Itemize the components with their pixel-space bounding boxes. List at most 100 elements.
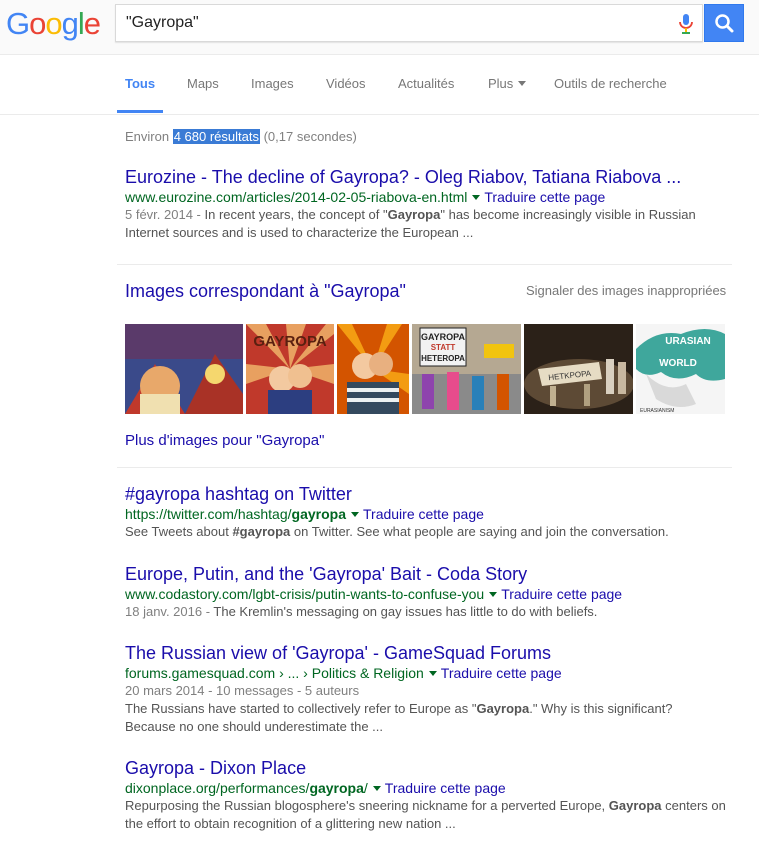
translate-link[interactable]: Traduire cette page <box>385 780 506 796</box>
result-url: www.eurozine.com/articles/2014-02-05-ria… <box>125 188 735 206</box>
result-title-link[interactable]: Europe, Putin, and the 'Gayropa' Bait - … <box>125 563 735 585</box>
more-images-link[interactable]: Plus d'images pour "Gayropa" <box>125 432 324 449</box>
result-snippet: 5 févr. 2014 - In recent years, the conc… <box>125 206 735 242</box>
search-button[interactable] <box>704 4 744 42</box>
google-logo[interactable]: Google <box>6 6 101 42</box>
thumb-caption: HETEROPA <box>421 354 465 363</box>
snippet-text: ." Why is this significant? <box>529 701 673 716</box>
snippet-text: on Twitter. See what people are saying a… <box>290 524 669 539</box>
active-tab-indicator <box>117 110 163 113</box>
stats-prefix: Environ <box>125 129 173 144</box>
caret-down-icon[interactable] <box>372 785 381 791</box>
result-title-link[interactable]: Eurozine - The decline of Gayropa? - Ole… <box>125 166 735 188</box>
thumb-caption: URASIAN <box>665 336 711 347</box>
translate-link[interactable]: Traduire cette page <box>501 586 622 602</box>
result-url-text: forums.gamesquad.com › ... › Politics & … <box>125 665 424 681</box>
result-url-bold: gayropa <box>291 506 346 522</box>
result-title-link[interactable]: Gayropa - Dixon Place <box>125 757 735 779</box>
image-thumbnail[interactable]: URASIAN WORLD EURASIANISM <box>636 324 725 414</box>
logo-letter: g <box>61 6 79 41</box>
snippet-text: The Russians have started to collectivel… <box>125 701 477 716</box>
caret-down-icon[interactable] <box>428 670 437 676</box>
snippet-text: Repurposing the Russian blogosphere's sn… <box>125 798 609 813</box>
result-url-text: www.eurozine.com/articles/2014-02-05-ria… <box>125 189 468 205</box>
search-tabs: Tous Maps Images Vidéos Actualités Plus … <box>0 54 759 115</box>
result-url-text: / <box>363 780 368 796</box>
snippet-text: the effort to obtain recognition of a gl… <box>125 816 456 831</box>
search-result: The Russian view of 'Gayropa' - GameSqua… <box>125 642 735 736</box>
result-url-text: dixonplace.org/performances/ <box>125 780 310 796</box>
snippet-text: See Tweets about <box>125 524 233 539</box>
caret-down-icon[interactable] <box>472 194 481 200</box>
translate-link[interactable]: Traduire cette page <box>484 189 605 205</box>
result-snippet: See Tweets about #gayropa on Twitter. Se… <box>125 523 735 541</box>
snippet-text: Because no one should underestimate the … <box>125 719 384 734</box>
caret-down-icon[interactable] <box>489 591 498 597</box>
tab-all[interactable]: Tous <box>125 76 155 91</box>
image-thumbnail[interactable]: GAYROPA STATT HETEROPA <box>412 324 521 414</box>
magnifier-icon <box>715 14 734 33</box>
snippet-text: In recent years, the concept of " <box>204 207 388 222</box>
top-bar: Google <box>0 0 759 55</box>
logo-letter: o <box>29 6 46 41</box>
result-url: forums.gamesquad.com › ... › Politics & … <box>125 664 735 682</box>
divider <box>117 467 732 468</box>
divider <box>117 264 732 265</box>
result-url: www.codastory.com/lgbt-crisis/putin-want… <box>125 585 735 603</box>
snippet-text: The Kremlin's messaging on gay issues ha… <box>213 604 598 619</box>
snippet-text: centers on <box>661 798 726 813</box>
image-thumbnail[interactable]: HETKPOPA <box>524 324 633 414</box>
tab-more-label: Plus <box>488 76 514 91</box>
thumb-caption: GAYROPA <box>421 332 466 342</box>
search-box[interactable] <box>115 4 703 42</box>
result-url: https://twitter.com/hashtag/gayropa Tradu… <box>125 505 735 523</box>
thumb-caption: GAYROPA <box>253 333 327 350</box>
translate-link[interactable]: Traduire cette page <box>363 506 484 522</box>
result-stats: Environ 4 680 résultats (0,17 secondes) <box>125 129 357 144</box>
snippet-bold: Gayropa <box>476 701 530 716</box>
image-thumbnail[interactable] <box>337 324 409 414</box>
logo-letter: e <box>83 6 101 41</box>
snippet-bold: Gayropa <box>387 207 441 222</box>
result-url: dixonplace.org/performances/gayropa/ Trad… <box>125 779 735 797</box>
result-title-link[interactable]: #gayropa hashtag on Twitter <box>125 483 735 505</box>
tab-more[interactable]: Plus <box>488 76 527 91</box>
search-result: Europe, Putin, and the 'Gayropa' Bait - … <box>125 563 735 621</box>
result-snippet: 18 janv. 2016 - The Kremlin's messaging … <box>125 603 735 621</box>
image-results-heading[interactable]: Images correspondant à "Gayropa" <box>125 281 406 302</box>
tab-maps[interactable]: Maps <box>187 76 219 91</box>
search-result: Gayropa - Dixon Place dixonplace.org/per… <box>125 757 735 833</box>
result-title-link[interactable]: The Russian view of 'Gayropa' - GameSqua… <box>125 642 735 664</box>
microphone-icon[interactable] <box>676 13 696 35</box>
search-input[interactable] <box>126 14 666 32</box>
translate-link[interactable]: Traduire cette page <box>441 665 562 681</box>
logo-letter: G <box>6 6 30 41</box>
image-thumbnail[interactable]: GAYROPA <box>246 324 334 414</box>
image-strip: GAYROPA GAYROPA STATT HETEROPA HETKPOPA … <box>125 324 725 414</box>
caret-down-icon[interactable] <box>351 511 359 517</box>
result-snippet: 20 mars 2014 - 10 messages - 5 auteurs Th… <box>125 682 735 736</box>
result-snippet: Repurposing the Russian blogosphere's sn… <box>125 797 735 833</box>
tab-news[interactable]: Actualités <box>398 76 454 91</box>
tab-images[interactable]: Images <box>251 76 294 91</box>
snippet-bold: #gayropa <box>232 524 291 539</box>
result-meta: 20 mars 2014 - 10 messages - 5 auteurs <box>125 683 360 698</box>
result-date: 18 janv. 2016 - <box>125 604 214 619</box>
result-date: 5 févr. 2014 - <box>125 207 205 222</box>
chevron-down-icon <box>518 81 527 86</box>
thumb-caption: WORLD <box>659 358 697 369</box>
search-result: #gayropa hashtag on Twitter https://twit… <box>125 483 735 541</box>
search-tools[interactable]: Outils de recherche <box>554 76 667 91</box>
thumb-caption: EURASIANISM <box>640 408 674 414</box>
stats-time: (0,17 secondes) <box>259 129 357 144</box>
logo-letter: o <box>45 6 62 41</box>
result-url-text: https://twitter.com/hashtag/ <box>125 506 292 522</box>
image-thumbnail[interactable] <box>125 324 243 414</box>
report-images-link[interactable]: Signaler des images inappropriées <box>526 283 726 298</box>
snippet-bold: Gayropa <box>608 798 662 813</box>
thumb-caption: STATT <box>431 343 456 352</box>
tab-videos[interactable]: Vidéos <box>326 76 366 91</box>
snippet-text: " has become increasingly visible in Rus… <box>440 207 696 222</box>
result-url-bold: gayropa <box>309 780 364 796</box>
search-result: Eurozine - The decline of Gayropa? - Ole… <box>125 166 735 242</box>
